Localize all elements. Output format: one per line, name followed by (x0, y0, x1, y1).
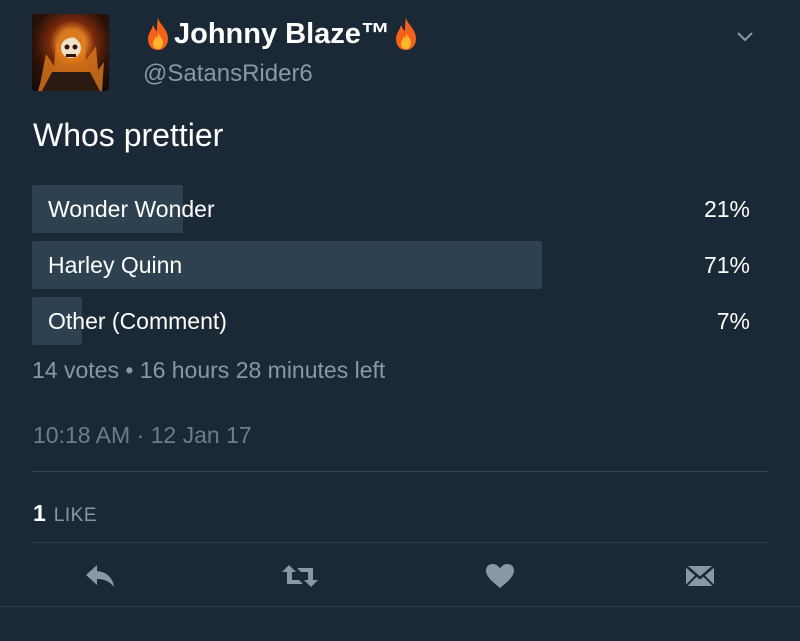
poll-option: Harley Quinn 71% (32, 241, 750, 289)
poll-option-label: Harley Quinn (48, 251, 183, 278)
like-button[interactable] (475, 553, 525, 599)
direct-message-icon (685, 565, 715, 587)
retweet-icon (282, 565, 318, 587)
divider (32, 542, 768, 543)
action-bar (0, 553, 800, 599)
poll-vote-count: 14 votes (32, 357, 119, 383)
poll-time-left: 16 hours 28 minutes left (139, 357, 386, 383)
retweet-button[interactable] (275, 553, 325, 599)
avatar[interactable] (32, 14, 109, 91)
fire-icon (144, 17, 172, 51)
tweet-options-button[interactable] (730, 26, 760, 48)
chevron-down-icon (737, 32, 753, 41)
tweet-timestamp: 10:18 AM · 12 Jan 17 (33, 422, 252, 448)
poll-meta-separator: • (125, 357, 134, 383)
user-handle[interactable]: @SatansRider6 (143, 60, 313, 88)
ghost-rider-avatar-image (38, 32, 104, 91)
display-name[interactable]: Johnny Blaze™ (144, 14, 420, 54)
poll-option-percent: 7% (716, 307, 750, 334)
divider (0, 606, 800, 607)
poll-option: Wonder Wonder 21% (32, 185, 750, 233)
poll-option-label: Wonder Wonder (48, 195, 215, 222)
poll-meta: 14 votes • 16 hours 28 minutes left (32, 357, 385, 384)
tweet-text: Whos prettier (33, 117, 224, 153)
poll-option-percent: 21% (703, 195, 750, 222)
display-name-text: Johnny Blaze™ (174, 17, 390, 50)
reply-button[interactable] (75, 553, 125, 599)
poll-option-percent: 71% (703, 251, 750, 278)
likes-count: 1 (33, 500, 46, 526)
likes-label: LIKE (53, 505, 97, 526)
poll-option-label: Other (Comment) (48, 307, 227, 334)
likes-stat[interactable]: 1 LIKE (33, 500, 97, 527)
reply-icon (86, 565, 114, 587)
poll: Wonder Wonder 21% Harley Quinn 71% Other… (32, 185, 750, 353)
fire-icon (392, 17, 420, 51)
divider (32, 471, 768, 472)
direct-message-button[interactable] (675, 553, 725, 599)
poll-option: Other (Comment) 7% (32, 297, 750, 345)
heart-icon (486, 564, 514, 588)
tweet-detail: Johnny Blaze™ @SatansRider6 Whos prettie… (0, 0, 800, 641)
